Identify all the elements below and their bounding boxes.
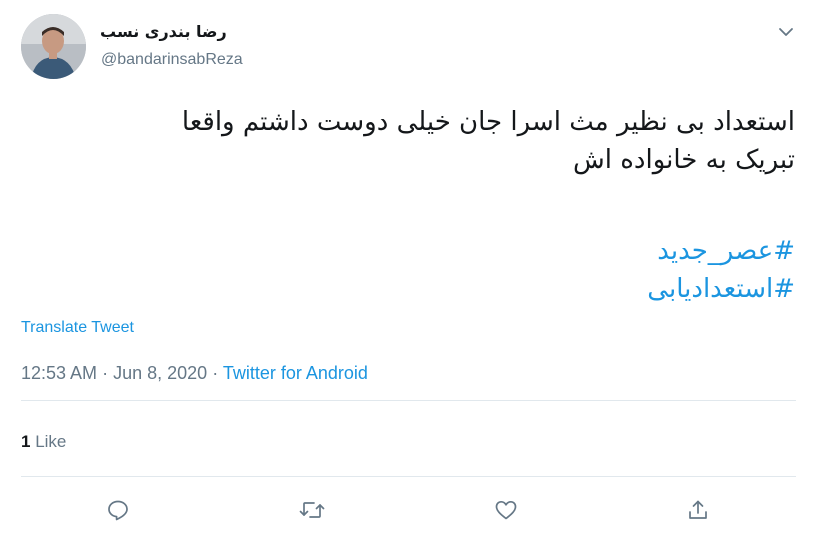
likes-label: Like — [35, 432, 67, 451]
hashtag-link[interactable]: #استعدادیابی — [25, 270, 795, 308]
user-handle[interactable]: @bandarinsabReza — [101, 51, 243, 69]
translate-tweet-link[interactable]: Translate Tweet — [21, 319, 134, 337]
share-icon — [689, 500, 707, 519]
tweet-date[interactable]: Jun 8, 2020 — [113, 363, 207, 383]
likes-stat[interactable]: 1 Like — [21, 432, 66, 452]
avatar-image — [21, 14, 86, 79]
retweet-icon — [299, 502, 325, 518]
meta-separator: · — [102, 363, 109, 383]
divider — [21, 400, 796, 401]
display-name[interactable]: رضا بندری نسب — [100, 22, 280, 41]
retweet-button[interactable] — [294, 492, 330, 528]
tweet-time[interactable]: 12:53 AM — [21, 363, 97, 383]
reply-button[interactable] — [100, 492, 136, 528]
tweet-text-line: تبریک به خانواده اش — [573, 145, 795, 175]
tweet-source-link[interactable]: Twitter for Android — [223, 363, 368, 383]
meta-separator: · — [212, 363, 219, 383]
like-icon — [495, 500, 517, 520]
tweet-text-line: استعداد بی نظیر مث اسرا جان خیلی دوست دا… — [181, 107, 795, 137]
like-button[interactable] — [488, 492, 524, 528]
share-button[interactable] — [680, 492, 716, 528]
chevron-down-icon — [779, 28, 793, 36]
likes-count: 1 — [21, 432, 31, 451]
more-options-button[interactable] — [772, 18, 800, 46]
hashtag-link[interactable]: #عصر_جدید — [25, 232, 795, 270]
reply-icon — [108, 500, 128, 521]
hashtag-list: #عصر_جدید #استعدادیابی — [25, 232, 795, 308]
tweet-metadata: 12:53 AM · Jun 8, 2020 · Twitter for And… — [21, 363, 368, 384]
tweet-text: استعداد بی نظیر مث اسرا جان خیلی دوست دا… — [25, 103, 795, 179]
avatar[interactable] — [21, 14, 86, 79]
divider — [21, 476, 796, 477]
